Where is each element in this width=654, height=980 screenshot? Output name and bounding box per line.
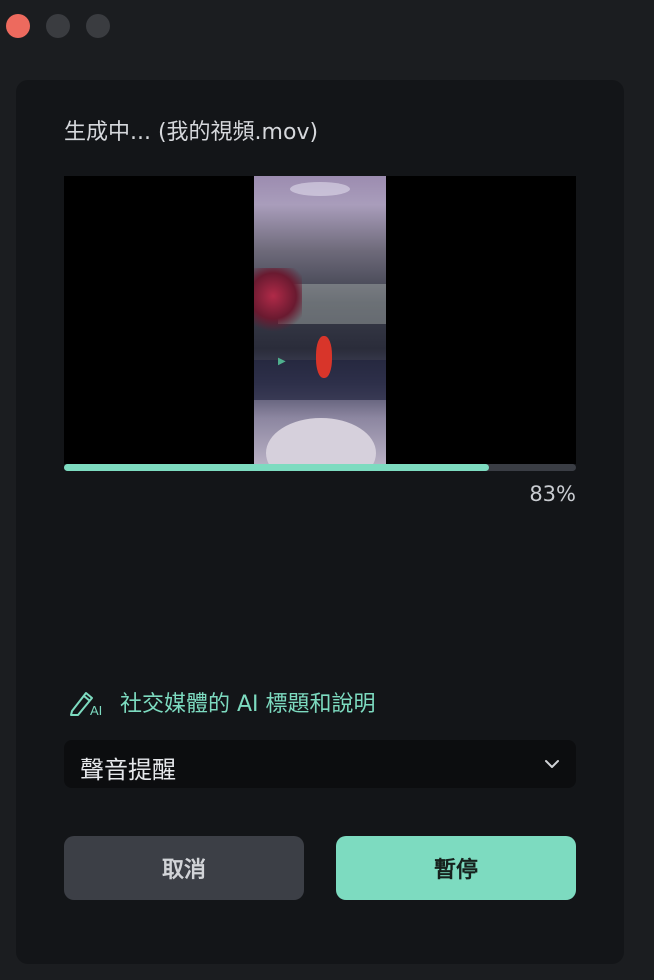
title-bar (0, 0, 654, 56)
pause-button[interactable]: 暫停 (336, 836, 576, 900)
close-window-button[interactable] (6, 14, 30, 38)
video-preview: ▶ (64, 176, 576, 464)
export-progress-dialog: 生成中... (我的視頻.mov) ▶ 83% AI 社交媒體的 AI 標題和說… (16, 80, 624, 964)
ai-caption-link[interactable]: AI 社交媒體的 AI 標題和說明 (68, 686, 376, 718)
dialog-title: 生成中... (我的視頻.mov) (64, 120, 319, 145)
progress-percent: 83% (529, 482, 576, 506)
video-frame-thumbnail: ▶ (254, 176, 386, 464)
play-icon: ▶ (278, 356, 286, 367)
cancel-button[interactable]: 取消 (64, 836, 304, 900)
progress-bar-fill (64, 464, 489, 471)
progress-bar (64, 464, 576, 471)
ai-caption-label: 社交媒體的 AI 標題和說明 (120, 692, 376, 717)
sound-alert-select[interactable]: 聲音提醒 (64, 740, 576, 788)
chevron-down-icon (544, 756, 560, 776)
ai-pen-icon: AI (68, 687, 108, 717)
sound-alert-value: 聲音提醒 (80, 756, 176, 784)
zoom-window-button[interactable] (86, 14, 110, 38)
minimize-window-button[interactable] (46, 14, 70, 38)
svg-text:AI: AI (90, 703, 102, 717)
